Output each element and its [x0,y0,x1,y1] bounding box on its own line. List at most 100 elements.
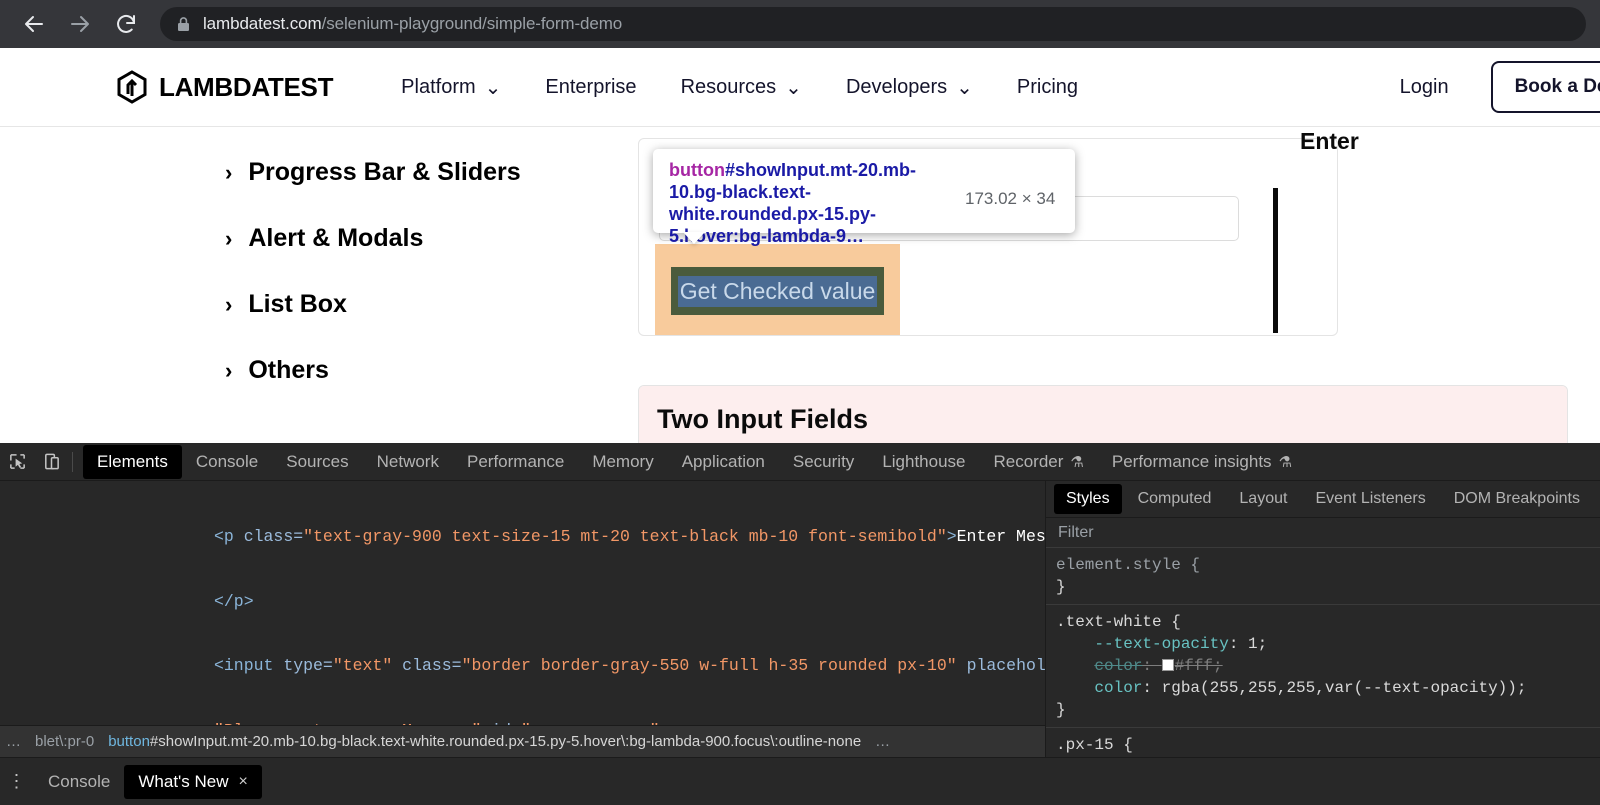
css-value-overridden[interactable]: #fff; [1175,657,1223,675]
navbar-divider [0,126,1600,127]
site-nav-links: Platform⌄ Enterprise Resources⌄ Develope… [401,75,1078,100]
close-icon[interactable]: × [239,773,248,791]
screenshot-root: lambdatest.com/selenium-playground/simpl… [0,0,1600,805]
address-bar[interactable]: lambdatest.com/selenium-playground/simpl… [160,7,1586,41]
url-path: /selenium-playground/simple-form-demo [322,14,623,33]
more-options-icon[interactable]: ⋮ [0,771,34,792]
reload-button[interactable] [106,4,146,44]
color-swatch-icon[interactable] [1162,659,1174,671]
css-rule-close: } [1056,578,1066,596]
drawer-tab-console[interactable]: Console [34,765,124,799]
styles-tabbar: Styles Computed Layout Event Listeners D… [1046,481,1600,518]
nav-item-platform[interactable]: Platform⌄ [401,75,501,100]
breadcrumb-current-classes: #showInput.mt-20.mb-10.bg-black.text-whi… [150,733,861,750]
tab-application[interactable]: Application [668,445,779,479]
nav-item-label: Resources [681,76,777,99]
tab-sources[interactable]: Sources [272,445,362,479]
two-input-fields-label: Enter [1300,128,1359,155]
chevron-right-icon: › [225,292,232,318]
tab-console[interactable]: Console [182,445,272,479]
device-toolbar-button[interactable] [34,447,68,477]
back-button[interactable] [14,4,54,44]
css-value[interactable]: rgba(255,255,255,var(--text-opacity)); [1162,679,1527,697]
dom-attr: placeholder= [957,656,1045,675]
dom-line[interactable]: <input type="text" class="border border-… [0,655,1045,677]
flask-icon: ⚗ [1279,453,1292,471]
styles-tab-styles[interactable]: Styles [1054,484,1122,514]
tab-security[interactable]: Security [779,445,868,479]
nav-item-label: Pricing [1017,76,1078,99]
tab-network[interactable]: Network [363,445,453,479]
tab-memory[interactable]: Memory [578,445,667,479]
css-selector: element.style { [1056,556,1200,574]
toolbar-divider [72,452,73,472]
styles-tab-layout[interactable]: Layout [1227,484,1299,514]
css-property[interactable]: --text-opacity [1094,635,1228,653]
forward-arrow-icon [68,12,92,36]
dom-line[interactable]: <p class="text-gray-900 text-size-15 mt-… [0,526,1045,548]
dom-attr: class= [234,527,303,546]
url-host: lambdatest.com [203,14,322,33]
nav-item-resources[interactable]: Resources ⌄ [681,75,802,100]
dom-attr: type= [273,656,332,675]
tab-lighthouse[interactable]: Lighthouse [868,445,979,479]
brand-logo[interactable]: LAMBDATEST [115,70,333,104]
lock-icon [176,16,191,33]
nav-item-enterprise[interactable]: Enterprise [545,76,636,99]
css-rule-element-style[interactable]: element.style { } [1046,548,1600,605]
breadcrumb-trailing[interactable]: … [875,733,890,750]
dom-text-node: Enter Message [957,527,1045,546]
sidebar-item-label: Alert & Modals [248,224,423,253]
css-value[interactable]: 1; [1248,635,1267,653]
styles-tab-computed[interactable]: Computed [1126,484,1224,514]
get-checked-value-button[interactable]: Get Checked value [671,267,884,315]
sidebar-item-list-box[interactable]: › List Box [225,290,625,319]
breadcrumb-current[interactable]: button#showInput.mt-20.mb-10.bg-black.te… [108,733,861,750]
styles-filter-row[interactable]: Filter [1046,518,1600,548]
browser-chrome: lambdatest.com/selenium-playground/simpl… [0,0,1600,48]
chevron-down-icon: ⌄ [956,75,973,100]
drawer-tab-label: What's New [138,772,228,792]
two-input-fields-header: Two Input Fields [639,386,1567,443]
sidebar-item-others[interactable]: › Others [225,356,625,385]
styles-tab-dom-breakpoints[interactable]: DOM Breakpoints [1442,484,1592,514]
login-link[interactable]: Login [1400,76,1449,99]
breadcrumb-overflow[interactable]: … [6,733,21,750]
dom-attr-value: "text-gray-900 text-size-15 mt-20 text-b… [303,527,947,546]
reload-icon [114,12,138,36]
breadcrumb-parent[interactable]: blet\:pr-0 [35,733,94,750]
tab-recorder[interactable]: Recorder ⚗ [980,445,1098,479]
tab-performance[interactable]: Performance [453,445,578,479]
tab-performance-insights[interactable]: Performance insights ⚗ [1098,445,1306,479]
two-input-fields-title: Two Input Fields [657,404,868,435]
devtools-panel: Elements Console Sources Network Perform… [0,443,1600,805]
flask-icon: ⚗ [1070,453,1083,471]
chevron-right-icon: › [225,358,232,384]
tooltip-tag-name: button [669,160,725,180]
nav-item-label: Platform [401,76,475,99]
dom-attr: class= [392,656,461,675]
inspect-element-button[interactable] [0,447,34,477]
nav-item-label: Developers [846,76,947,99]
sidebar-item-alert-modals[interactable]: › Alert & Modals [225,224,625,253]
css-property[interactable]: color [1094,679,1142,697]
device-toolbar-icon [42,452,61,471]
get-checked-value-button-label: Get Checked value [678,276,878,307]
sidebar-item-progress-bar-sliders[interactable]: › Progress Bar & Sliders [225,158,625,187]
chevron-down-icon: ⌄ [785,75,802,100]
element-inspector-tooltip: button#showInput.mt-20.mb-10.bg-black.te… [653,149,1075,233]
css-rule-text-white[interactable]: .text-white { --text-opacity: 1; color: … [1046,605,1600,728]
drawer-tab-whats-new[interactable]: What's New × [124,765,262,799]
nav-item-pricing[interactable]: Pricing [1017,76,1078,99]
tab-recorder-label: Recorder [994,452,1064,472]
tab-elements[interactable]: Elements [83,445,182,479]
styles-tab-event-listeners[interactable]: Event Listeners [1303,484,1437,514]
nav-item-developers[interactable]: Developers ⌄ [846,75,973,100]
page-viewport: LAMBDATEST Platform⌄ Enterprise Resource… [0,48,1600,443]
breadcrumb-current-tag: button [108,733,150,750]
dom-tag-close: > [947,527,957,546]
dom-line[interactable]: </p> [0,591,1045,613]
book-demo-button[interactable]: Book a Demo [1491,61,1600,113]
css-property-overridden[interactable]: color [1094,657,1142,675]
forward-button[interactable] [60,4,100,44]
